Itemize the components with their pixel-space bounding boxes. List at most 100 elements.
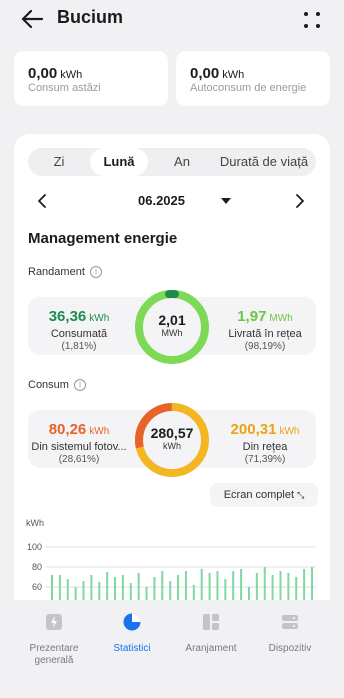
delivered-stat: 1,97 MWh Livrată în rețea (98,19%)	[215, 308, 315, 352]
chart-bar[interactable]	[169, 581, 172, 602]
chart-bar[interactable]	[200, 569, 203, 602]
info-icon[interactable]: i	[90, 266, 102, 278]
consumed-percent: (1,81%)	[61, 341, 97, 352]
efficiency-total: 2,01 MWh	[132, 312, 212, 338]
chart-bar[interactable]	[224, 579, 227, 602]
nav-device[interactable]: Dispozitiv	[250, 612, 330, 655]
chart-bar[interactable]	[82, 581, 85, 602]
delivered-value: 1,97 MWh	[215, 308, 315, 325]
chart-bar[interactable]	[137, 573, 140, 602]
chart-bar[interactable]	[121, 575, 124, 602]
chart-bar[interactable]	[161, 571, 164, 602]
app-screen: Bucium 0,00 kWh Consum astăzi 0,00 kWh Aut…	[0, 0, 344, 698]
tab-day[interactable]: Zi	[28, 148, 90, 176]
chart-bar[interactable]	[263, 567, 266, 602]
grid-label: Din rețea	[242, 441, 288, 453]
fullscreen-button[interactable]: Ecran complet ⤡	[210, 483, 318, 507]
more-options-icon[interactable]	[302, 10, 322, 30]
grid-unit: kWh	[279, 426, 300, 437]
grid-percent: (71,39%)	[244, 454, 286, 465]
grid-number: 200,31	[230, 421, 277, 438]
tab-year[interactable]: An	[152, 148, 212, 176]
consumed-number: 36,36	[48, 308, 87, 325]
self-consumption-unit: kWh	[222, 69, 245, 81]
pv-stat: 80,26 kWh Din sistemul fotov... (28,61%)	[29, 421, 129, 465]
self-consumption-label: Autoconsum de energie	[190, 82, 307, 94]
consumption-heading: Consum	[28, 379, 69, 391]
consumption-total: 280,57 kWh	[132, 425, 212, 451]
y-tick-label: 80	[32, 562, 42, 572]
delivered-label: Livrată în rețea	[228, 328, 302, 340]
chart-bar[interactable]	[255, 573, 258, 602]
delivered-number: 1,97	[237, 308, 267, 325]
efficiency-total-value: 2,01	[158, 312, 186, 328]
chart-bar[interactable]	[58, 575, 61, 602]
chart-bar[interactable]	[90, 575, 93, 602]
caret-down-icon[interactable]	[221, 198, 231, 204]
chart-bar[interactable]	[287, 573, 290, 602]
section-title: Management energie	[28, 230, 178, 247]
nav-statistics-label: Statistici	[113, 643, 151, 654]
chart-bar[interactable]	[184, 571, 187, 602]
consumption-today-number: 0,00	[28, 65, 58, 82]
statistics-icon	[123, 613, 141, 631]
consumption-total-unit: kWh	[163, 441, 181, 451]
consumption-today-label: Consum astăzi	[28, 82, 101, 94]
chart-bar[interactable]	[311, 567, 313, 602]
delivered-unit: MWh	[269, 313, 293, 324]
chart-bar[interactable]	[232, 571, 235, 602]
pv-percent: (28,61%)	[58, 454, 100, 465]
pv-value: 80,26 kWh	[29, 421, 129, 438]
self-consumption-number: 0,00	[190, 65, 220, 82]
chart-bar[interactable]	[208, 573, 211, 602]
consumed-value: 36,36 kWh	[29, 308, 129, 325]
chart-bar[interactable]	[106, 572, 109, 602]
chart-bar[interactable]	[66, 579, 69, 602]
pv-number: 80,26	[48, 421, 87, 438]
consumed-stat: 36,36 kWh Consumată (1,81%)	[29, 308, 129, 352]
next-period-icon[interactable]	[294, 193, 306, 209]
date-selector: 06.2025	[28, 190, 316, 212]
selected-period[interactable]: 06.2025	[138, 193, 185, 208]
chart-bar[interactable]	[240, 569, 243, 602]
pv-label: Din sistemul fotov...	[31, 441, 127, 453]
y-tick-label: 60	[32, 582, 42, 592]
chart-bar[interactable]	[303, 569, 306, 602]
grid-value: 200,31 kWh	[215, 421, 315, 438]
chart-bar[interactable]	[114, 577, 117, 602]
chart-bar[interactable]	[295, 577, 298, 602]
consumption-total-value: 280,57	[150, 425, 194, 441]
y-axis-label: kWh	[26, 518, 44, 528]
tab-lifetime[interactable]: Durată de viață	[214, 148, 314, 176]
chart-bar[interactable]	[216, 571, 219, 602]
efficiency-total-unit: MWh	[161, 328, 183, 338]
consumed-label: Consumată	[50, 328, 108, 340]
bottom-navigation: Prezentare generală Statistici Aranjamen…	[0, 600, 344, 698]
pv-unit: kWh	[89, 426, 110, 437]
overview-icon	[46, 614, 62, 630]
chart-bar[interactable]	[51, 575, 53, 602]
expand-icon: ⤡	[297, 490, 305, 500]
page-title: Bucium	[57, 7, 124, 27]
layout-icon	[203, 614, 219, 630]
back-arrow-icon[interactable]	[20, 8, 44, 30]
tab-month[interactable]: Lună	[90, 148, 148, 176]
nav-overview[interactable]: Prezentare generală	[14, 612, 94, 667]
self-consumption-card: 0,00 kWh Autoconsum de energie	[176, 51, 330, 106]
nav-layout[interactable]: Aranjament	[171, 612, 251, 655]
info-icon[interactable]: i	[74, 379, 86, 391]
consumed-unit: kWh	[89, 313, 110, 324]
y-tick-label: 100	[27, 542, 42, 552]
consumption-today-card: 0,00 kWh Consum astăzi	[14, 51, 168, 106]
chart-bar[interactable]	[98, 582, 101, 602]
energy-bar-chart: kWh 100 80 60	[26, 518, 316, 602]
previous-period-icon[interactable]	[36, 193, 48, 209]
efficiency-heading: Randament	[28, 266, 85, 278]
consumption-today-value: 0,00 kWh	[28, 65, 82, 82]
chart-bar[interactable]	[279, 571, 282, 602]
nav-layout-label: Aranjament	[185, 643, 237, 654]
nav-statistics[interactable]: Statistici	[92, 612, 172, 655]
chart-bar[interactable]	[271, 575, 274, 602]
chart-bar[interactable]	[177, 575, 180, 602]
chart-bar[interactable]	[153, 577, 156, 602]
